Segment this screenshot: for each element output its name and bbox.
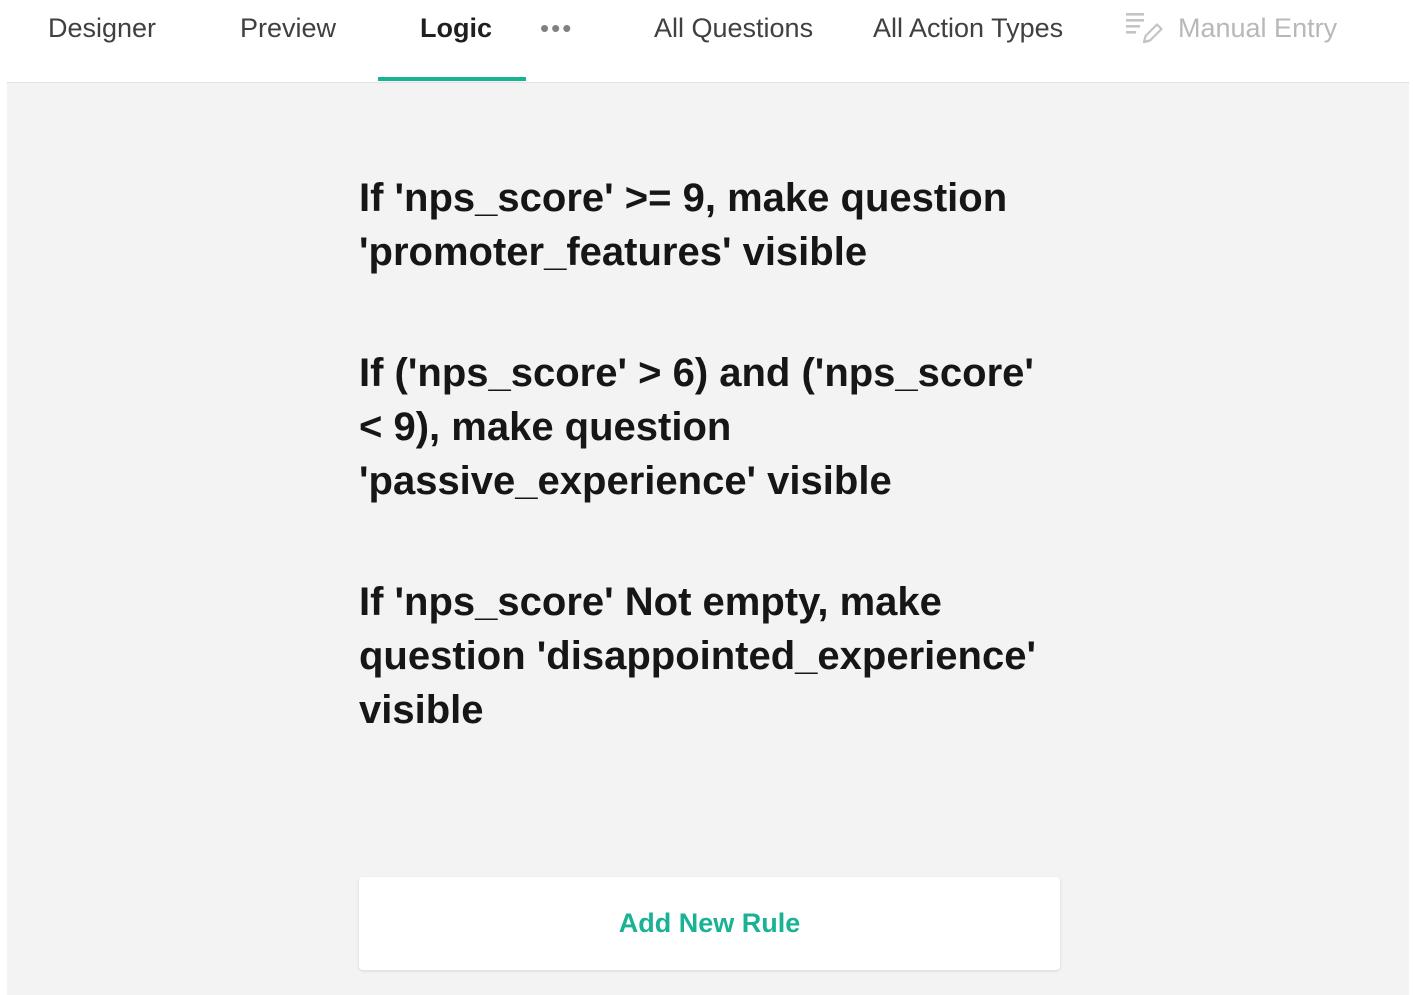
logic-rule[interactable]: If 'nps_score' >= 9, make question 'prom…: [359, 171, 1059, 279]
logic-rule[interactable]: If ('nps_score' > 6) and ('nps_score' < …: [359, 346, 1059, 508]
logic-rules-panel: If 'nps_score' >= 9, make question 'prom…: [7, 82, 1409, 995]
tab-preview[interactable]: Preview: [240, 0, 336, 56]
active-tab-indicator: [378, 77, 526, 81]
filter-all-action-types[interactable]: All Action Types: [873, 0, 1063, 56]
filter-all-questions[interactable]: All Questions: [654, 0, 813, 56]
edit-list-icon: [1124, 10, 1164, 46]
tab-designer[interactable]: Designer: [48, 0, 156, 56]
top-toolbar: Designer Preview Logic ••• All Questions…: [0, 0, 1413, 81]
tab-logic[interactable]: Logic: [420, 0, 492, 56]
add-new-rule-button[interactable]: Add New Rule: [359, 877, 1060, 970]
more-dots-icon[interactable]: •••: [540, 15, 580, 41]
logic-rule[interactable]: If 'nps_score' Not empty, make question …: [359, 575, 1059, 737]
manual-entry-label: Manual Entry: [1178, 13, 1338, 43]
